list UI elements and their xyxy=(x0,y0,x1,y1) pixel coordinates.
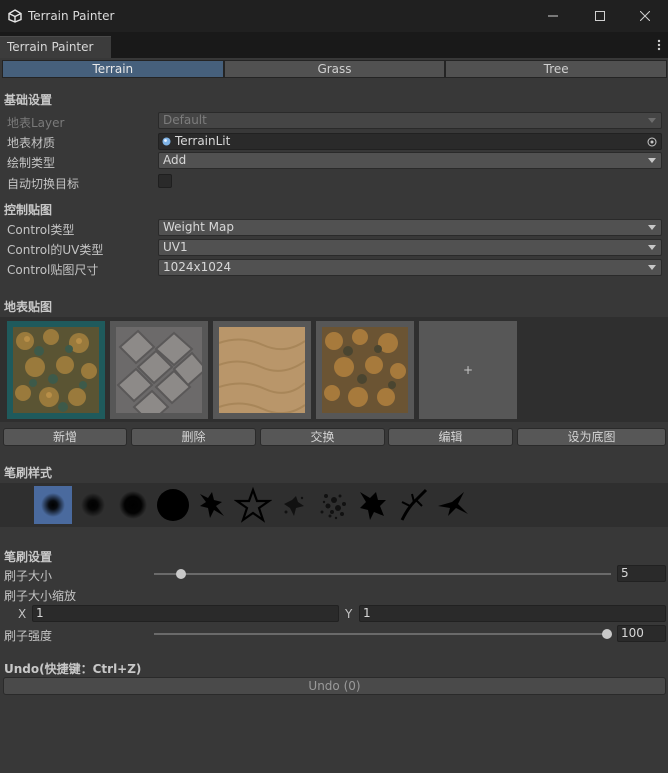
texture-slot-forest-floor[interactable] xyxy=(7,321,105,419)
title-bar: Terrain Painter xyxy=(0,0,668,32)
auto-switch-label: 自动切换目标 xyxy=(7,177,80,191)
control-type-dropdown[interactable]: Weight Map xyxy=(158,219,662,236)
chevron-down-icon xyxy=(648,245,656,250)
swap-texture-button[interactable]: 交换 xyxy=(260,428,385,446)
close-icon xyxy=(640,11,650,21)
brush-size-field[interactable]: 5 xyxy=(617,565,666,582)
brush-hard-circle[interactable] xyxy=(154,486,192,524)
brush-settings-header: 笔刷设置 xyxy=(4,550,53,564)
minimize-icon xyxy=(548,15,558,17)
terrain-textures-header: 地表贴图 xyxy=(4,300,53,314)
control-size-value: 1024x1024 xyxy=(163,260,232,274)
brush-grass[interactable] xyxy=(434,486,472,524)
mode-terrain[interactable]: Terrain xyxy=(2,60,224,78)
auto-switch-checkbox[interactable] xyxy=(158,174,172,188)
brush-size-label: 刷子大小 xyxy=(4,569,53,583)
brush-star[interactable] xyxy=(234,486,272,524)
brush-noise[interactable] xyxy=(314,486,352,524)
more-options-icon[interactable] xyxy=(656,37,662,53)
forest-floor-dry-thumbnail xyxy=(322,327,408,413)
material-field[interactable]: TerrainLit xyxy=(158,133,662,150)
chevron-down-icon xyxy=(648,158,656,163)
control-size-dropdown[interactable]: 1024x1024 xyxy=(158,259,662,276)
scale-y-field[interactable]: 1 xyxy=(359,605,666,622)
set-base-texture-button[interactable]: 设为底图 xyxy=(517,428,666,446)
brush-strength-label: 刷子强度 xyxy=(4,629,53,643)
edit-texture-button[interactable]: 编辑 xyxy=(388,428,513,446)
window-title: Terrain Painter xyxy=(28,9,115,23)
tab-terrain-painter[interactable]: Terrain Painter xyxy=(0,36,111,58)
brush-strength-slider[interactable] xyxy=(154,633,611,635)
add-texture-button[interactable]: 新增 xyxy=(3,428,127,446)
maximize-icon xyxy=(595,11,605,21)
texture-slot-stone-tiles[interactable] xyxy=(110,321,208,419)
scale-x-label: X xyxy=(18,607,27,621)
add-texture-slot[interactable]: + xyxy=(419,321,517,419)
control-map-header: 控制贴图 xyxy=(4,203,53,217)
mode-toolbar: Terrain Grass Tree xyxy=(2,60,668,78)
paint-type-value: Add xyxy=(163,153,187,167)
brush-soft-large[interactable] xyxy=(114,486,152,524)
mode-tree[interactable]: Tree xyxy=(445,60,668,78)
control-uv-label: Control的UV类型 xyxy=(7,243,104,257)
mode-grass[interactable]: Grass xyxy=(223,60,446,78)
layer-label: 地表Layer xyxy=(7,116,65,130)
maximize-button[interactable] xyxy=(577,0,623,32)
material-label: 地表材质 xyxy=(7,136,56,150)
chevron-down-icon xyxy=(648,265,656,270)
brush-soft-medium[interactable] xyxy=(74,486,112,524)
brush-size-knob[interactable] xyxy=(176,569,186,579)
paint-type-dropdown[interactable]: Add xyxy=(158,152,662,169)
undo-header: Undo(快捷键：Ctrl+Z) xyxy=(4,662,142,676)
brush-strength-field[interactable]: 100 xyxy=(617,625,666,642)
close-button[interactable] xyxy=(622,0,668,32)
brush-scale-label: 刷子大小缩放 xyxy=(4,589,77,603)
chevron-down-icon xyxy=(648,118,656,123)
basic-settings-header: 基础设置 xyxy=(4,93,53,107)
paint-type-label: 绘制类型 xyxy=(7,156,56,170)
layer-value: Default xyxy=(163,113,207,127)
brush-soft-small[interactable] xyxy=(34,486,72,524)
forest-floor-thumbnail xyxy=(13,327,99,413)
chevron-down-icon xyxy=(648,225,656,230)
brush-strength-knob[interactable] xyxy=(602,629,612,639)
scale-y-label: Y xyxy=(345,607,353,621)
minimize-button[interactable] xyxy=(530,0,576,32)
object-picker-icon[interactable] xyxy=(647,137,657,147)
control-uv-dropdown[interactable]: UV1 xyxy=(158,239,662,256)
control-type-value: Weight Map xyxy=(163,220,234,234)
stone-tiles-thumbnail xyxy=(116,327,202,413)
scale-x-field[interactable]: 1 xyxy=(32,605,339,622)
control-size-label: Control贴图尺寸 xyxy=(7,263,99,277)
sand-thumbnail xyxy=(219,327,305,413)
brush-size-slider[interactable] xyxy=(154,573,611,575)
control-type-label: Control类型 xyxy=(7,223,75,237)
brush-leaf[interactable] xyxy=(354,486,392,524)
layer-dropdown: Default xyxy=(158,112,662,129)
brush-splatter-b[interactable] xyxy=(274,486,312,524)
brush-style-header: 笔刷样式 xyxy=(4,466,53,480)
unity-icon xyxy=(8,9,22,23)
control-uv-value: UV1 xyxy=(163,240,188,254)
tab-bar: Terrain Painter xyxy=(0,32,668,58)
texture-slot-forest-floor-dry[interactable] xyxy=(316,321,414,419)
delete-texture-button[interactable]: 删除 xyxy=(131,428,256,446)
material-icon xyxy=(162,137,171,146)
brush-splatter-a[interactable] xyxy=(194,486,232,524)
texture-slot-sand[interactable] xyxy=(213,321,311,419)
material-value: TerrainLit xyxy=(175,134,231,148)
brush-branch[interactable] xyxy=(394,486,432,524)
undo-button[interactable]: Undo (0) xyxy=(3,677,666,695)
